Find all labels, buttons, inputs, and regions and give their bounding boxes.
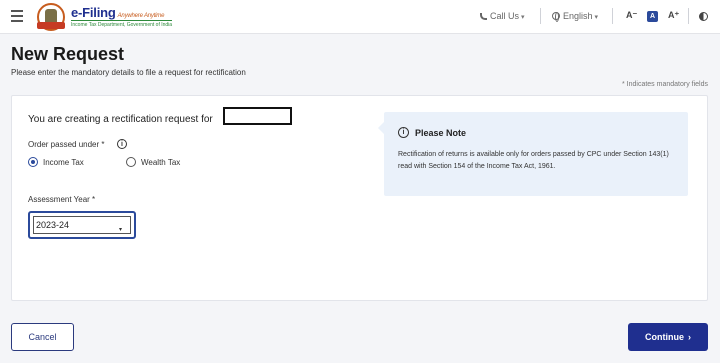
contrast-icon[interactable] — [699, 12, 708, 21]
continue-button[interactable]: Continue › — [628, 323, 708, 351]
note-title: Please Note — [415, 128, 467, 138]
radio-unchecked-icon — [126, 157, 136, 167]
brand-name: e-Filing — [71, 5, 116, 20]
chevron-down-icon: ▾ — [521, 14, 525, 21]
cancel-button[interactable]: Cancel — [11, 323, 74, 351]
radio-wealth-tax[interactable]: Wealth Tax — [126, 157, 180, 167]
call-us-label: Call Us — [490, 11, 520, 21]
radio-income-tax[interactable]: Income Tax — [28, 157, 84, 167]
hamburger-icon[interactable] — [11, 10, 23, 22]
note-text: Rectification of returns is available on… — [398, 151, 669, 170]
chevron-down-icon: ▾ — [118, 227, 122, 233]
assessment-year-value: 2023-24 — [36, 220, 70, 230]
radio-wealth-tax-label: Wealth Tax — [141, 158, 181, 167]
globe-icon — [552, 12, 560, 22]
font-increase-button[interactable]: A⁺ — [668, 10, 679, 21]
order-passed-under-label: Order passed under * — [28, 140, 105, 149]
brand-tagline: Anywhere Anytime — [117, 13, 165, 19]
continue-label: Continue — [645, 332, 684, 342]
radio-checked-icon — [28, 157, 38, 167]
language-selector[interactable]: English ▾ — [552, 11, 599, 22]
please-note-box: i Please Note Rectification of returns i… — [378, 112, 688, 196]
font-decrease-button[interactable]: A⁻ — [626, 10, 637, 21]
info-icon[interactable]: i — [117, 139, 127, 149]
language-label: English — [563, 11, 593, 21]
chevron-down-icon: ▾ — [594, 14, 599, 21]
rectification-form-card: You are creating a rectification request… — [11, 95, 708, 301]
form-heading: You are creating a rectification request… — [28, 114, 213, 125]
brand-logo[interactable]: e-Filing Anywhere Anytime Income Tax Depa… — [71, 5, 173, 28]
phone-icon — [480, 13, 487, 20]
emblem-logo-icon[interactable] — [37, 3, 65, 31]
mandatory-fields-note: * Indicates mandatory fields — [622, 81, 708, 88]
page-subtitle: Please enter the mandatory details to fi… — [11, 68, 246, 77]
header-divider — [612, 8, 613, 24]
header-divider — [688, 8, 689, 24]
radio-income-tax-label: Income Tax — [43, 158, 84, 167]
page-title: New Request — [11, 44, 125, 64]
top-header: e-Filing Anywhere Anytime Income Tax Depa… — [0, 0, 720, 34]
brand-department: Income Tax Department, Government of Ind… — [71, 20, 173, 28]
font-normal-button[interactable]: A — [647, 11, 658, 22]
chevron-right-icon: › — [688, 332, 691, 342]
call-us-menu[interactable]: Call Us ▾ — [480, 11, 525, 21]
info-icon: i — [398, 127, 409, 138]
assessment-year-label: Assessment Year * — [28, 195, 96, 204]
redacted-pan-field — [223, 107, 292, 125]
assessment-year-select[interactable]: 2023-24 ▾ — [28, 211, 136, 239]
header-divider — [540, 8, 541, 24]
